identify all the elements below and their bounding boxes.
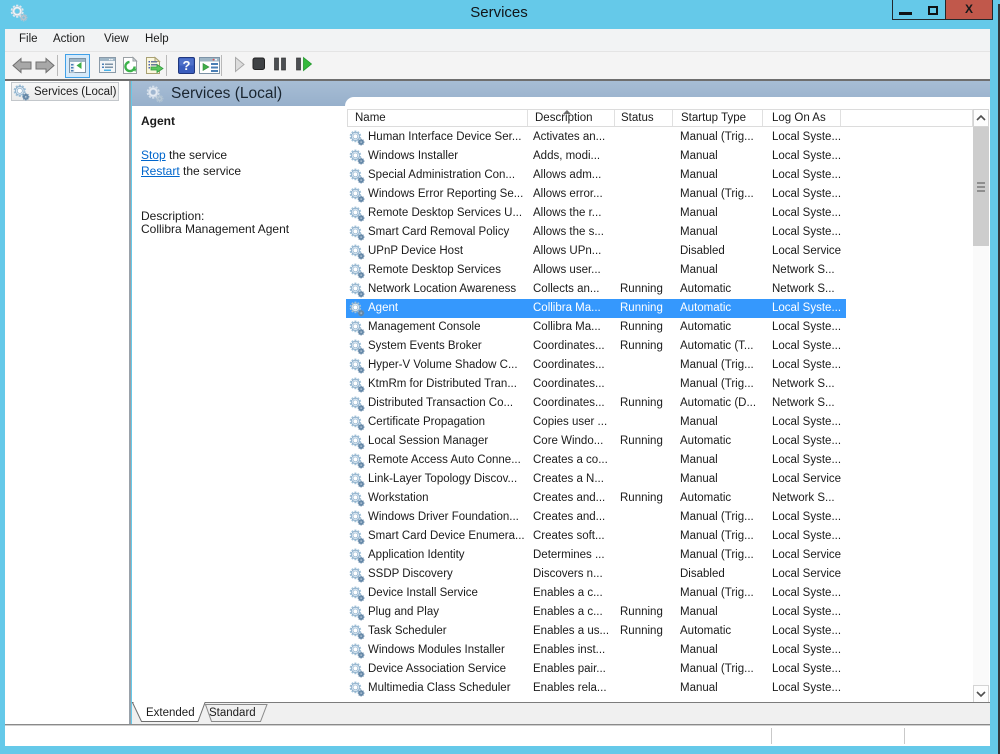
svg-text:?: ? [183, 58, 191, 73]
